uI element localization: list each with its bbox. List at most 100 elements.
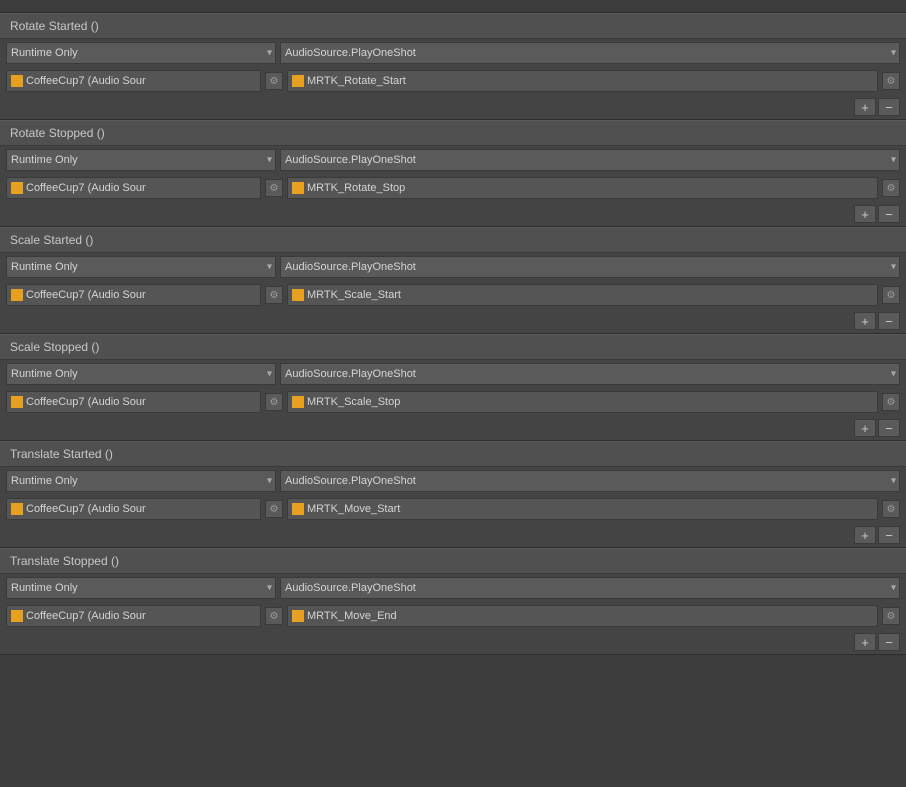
method-select-rotate-stopped[interactable]: AudioSource.PlayOneShot bbox=[280, 149, 900, 171]
object-field-scale-stopped[interactable]: CoffeeCup7 (Audio Sour bbox=[6, 391, 261, 413]
method-select-scale-stopped[interactable]: AudioSource.PlayOneShot bbox=[280, 363, 900, 385]
runtime-select-wrapper-scale-started[interactable]: Runtime Only bbox=[6, 256, 276, 278]
function-icon-scale-started bbox=[292, 289, 304, 301]
method-select-translate-stopped[interactable]: AudioSource.PlayOneShot bbox=[280, 577, 900, 599]
remove-btn-rotate-started[interactable]: − bbox=[878, 98, 900, 116]
function-icon-rotate-stopped bbox=[292, 182, 304, 194]
function-field-translate-stopped[interactable]: MRTK_Move_End bbox=[287, 605, 878, 627]
runtime-select-rotate-started[interactable]: Runtime Only bbox=[6, 42, 276, 64]
object-text-scale-stopped: CoffeeCup7 (Audio Sour bbox=[26, 396, 146, 408]
events-container: Rotate Started ()Runtime OnlyAudioSource… bbox=[0, 13, 906, 655]
runtime-select-rotate-stopped[interactable]: Runtime Only bbox=[6, 149, 276, 171]
method-select-wrapper-rotate-stopped[interactable]: AudioSource.PlayOneShot bbox=[280, 149, 900, 171]
remove-btn-translate-stopped[interactable]: − bbox=[878, 633, 900, 651]
event-group-translate-started: Translate Started ()Runtime OnlyAudioSou… bbox=[0, 441, 906, 548]
function-text-translate-stopped: MRTK_Move_End bbox=[307, 610, 397, 622]
object-icon-translate-started bbox=[11, 503, 23, 515]
method-select-wrapper-scale-stopped[interactable]: AudioSource.PlayOneShot bbox=[280, 363, 900, 385]
add-btn-rotate-started[interactable]: + bbox=[854, 98, 876, 116]
object-icon-scale-stopped bbox=[11, 396, 23, 408]
events-header bbox=[0, 0, 906, 13]
event-group-header-rotate-stopped: Rotate Stopped () bbox=[0, 120, 906, 146]
event-object-row-rotate-stopped: CoffeeCup7 (Audio Sour ⚙ MRTK_Rotate_Stop ⚙ bbox=[0, 174, 906, 202]
object-settings-btn-scale-stopped[interactable]: ⚙ bbox=[265, 393, 283, 411]
event-runtime-row-translate-started: Runtime OnlyAudioSource.PlayOneShot bbox=[0, 467, 906, 495]
function-settings-btn-translate-started[interactable]: ⚙ bbox=[882, 500, 900, 518]
function-text-translate-started: MRTK_Move_Start bbox=[307, 503, 400, 515]
object-settings-btn-rotate-started[interactable]: ⚙ bbox=[265, 72, 283, 90]
remove-btn-scale-stopped[interactable]: − bbox=[878, 419, 900, 437]
method-select-wrapper-scale-started[interactable]: AudioSource.PlayOneShot bbox=[280, 256, 900, 278]
method-select-translate-started[interactable]: AudioSource.PlayOneShot bbox=[280, 470, 900, 492]
object-icon-scale-started bbox=[11, 289, 23, 301]
function-field-rotate-stopped[interactable]: MRTK_Rotate_Stop bbox=[287, 177, 878, 199]
object-settings-btn-translate-started[interactable]: ⚙ bbox=[265, 500, 283, 518]
object-settings-btn-translate-stopped[interactable]: ⚙ bbox=[265, 607, 283, 625]
object-text-scale-started: CoffeeCup7 (Audio Sour bbox=[26, 289, 146, 301]
runtime-select-wrapper-translate-stopped[interactable]: Runtime Only bbox=[6, 577, 276, 599]
add-btn-translate-started[interactable]: + bbox=[854, 526, 876, 544]
add-btn-translate-stopped[interactable]: + bbox=[854, 633, 876, 651]
add-remove-row-rotate-started: +− bbox=[0, 95, 906, 119]
function-field-scale-started[interactable]: MRTK_Scale_Start bbox=[287, 284, 878, 306]
runtime-select-scale-started[interactable]: Runtime Only bbox=[6, 256, 276, 278]
event-object-row-scale-started: CoffeeCup7 (Audio Sour ⚙ MRTK_Scale_Start ⚙ bbox=[0, 281, 906, 309]
function-icon-translate-started bbox=[292, 503, 304, 515]
runtime-select-wrapper-scale-stopped[interactable]: Runtime Only bbox=[6, 363, 276, 385]
object-field-translate-started[interactable]: CoffeeCup7 (Audio Sour bbox=[6, 498, 261, 520]
method-select-wrapper-translate-stopped[interactable]: AudioSource.PlayOneShot bbox=[280, 577, 900, 599]
object-icon-rotate-stopped bbox=[11, 182, 23, 194]
method-select-rotate-started[interactable]: AudioSource.PlayOneShot bbox=[280, 42, 900, 64]
event-group-header-translate-started: Translate Started () bbox=[0, 441, 906, 467]
function-field-rotate-started[interactable]: MRTK_Rotate_Start bbox=[287, 70, 878, 92]
function-text-rotate-started: MRTK_Rotate_Start bbox=[307, 75, 406, 87]
function-text-scale-stopped: MRTK_Scale_Stop bbox=[307, 396, 400, 408]
object-icon-translate-stopped bbox=[11, 610, 23, 622]
remove-btn-rotate-stopped[interactable]: − bbox=[878, 205, 900, 223]
runtime-select-wrapper-translate-started[interactable]: Runtime Only bbox=[6, 470, 276, 492]
runtime-select-translate-stopped[interactable]: Runtime Only bbox=[6, 577, 276, 599]
add-btn-rotate-stopped[interactable]: + bbox=[854, 205, 876, 223]
events-panel: Rotate Started ()Runtime OnlyAudioSource… bbox=[0, 0, 906, 655]
event-group-rotate-stopped: Rotate Stopped () Runtime OnlyAudioSource… bbox=[0, 120, 906, 227]
object-field-scale-started[interactable]: CoffeeCup7 (Audio Sour bbox=[6, 284, 261, 306]
function-settings-btn-rotate-started[interactable]: ⚙ bbox=[882, 72, 900, 90]
event-group-translate-stopped: Translate Stopped ()Runtime OnlyAudioSou… bbox=[0, 548, 906, 655]
object-settings-btn-rotate-stopped[interactable]: ⚙ bbox=[265, 179, 283, 197]
object-text-translate-stopped: CoffeeCup7 (Audio Sour bbox=[26, 610, 146, 622]
object-settings-btn-scale-started[interactable]: ⚙ bbox=[265, 286, 283, 304]
object-field-rotate-started[interactable]: CoffeeCup7 (Audio Sour bbox=[6, 70, 261, 92]
add-remove-row-translate-stopped: +− bbox=[0, 630, 906, 654]
function-field-scale-stopped[interactable]: MRTK_Scale_Stop bbox=[287, 391, 878, 413]
add-remove-row-scale-started: +− bbox=[0, 309, 906, 333]
method-select-wrapper-rotate-started[interactable]: AudioSource.PlayOneShot bbox=[280, 42, 900, 64]
add-btn-scale-started[interactable]: + bbox=[854, 312, 876, 330]
object-text-rotate-stopped: CoffeeCup7 (Audio Sour bbox=[26, 182, 146, 194]
object-icon-rotate-started bbox=[11, 75, 23, 87]
object-text-translate-started: CoffeeCup7 (Audio Sour bbox=[26, 503, 146, 515]
method-select-wrapper-translate-started[interactable]: AudioSource.PlayOneShot bbox=[280, 470, 900, 492]
remove-btn-scale-started[interactable]: − bbox=[878, 312, 900, 330]
function-text-rotate-stopped: MRTK_Rotate_Stop bbox=[307, 182, 405, 194]
event-group-header-rotate-started: Rotate Started () bbox=[0, 13, 906, 39]
function-settings-btn-rotate-stopped[interactable]: ⚙ bbox=[882, 179, 900, 197]
runtime-select-translate-started[interactable]: Runtime Only bbox=[6, 470, 276, 492]
runtime-select-scale-stopped[interactable]: Runtime Only bbox=[6, 363, 276, 385]
runtime-select-wrapper-rotate-started[interactable]: Runtime Only bbox=[6, 42, 276, 64]
function-text-scale-started: MRTK_Scale_Start bbox=[307, 289, 401, 301]
remove-btn-translate-started[interactable]: − bbox=[878, 526, 900, 544]
runtime-select-wrapper-rotate-stopped[interactable]: Runtime Only bbox=[6, 149, 276, 171]
event-group-scale-started: Scale Started ()Runtime OnlyAudioSource.… bbox=[0, 227, 906, 334]
function-settings-btn-scale-stopped[interactable]: ⚙ bbox=[882, 393, 900, 411]
function-field-translate-started[interactable]: MRTK_Move_Start bbox=[287, 498, 878, 520]
object-text-rotate-started: CoffeeCup7 (Audio Sour bbox=[26, 75, 146, 87]
event-group-rotate-started: Rotate Started () Runtime OnlyAudioSource… bbox=[0, 13, 906, 120]
event-runtime-row-scale-stopped: Runtime OnlyAudioSource.PlayOneShot bbox=[0, 360, 906, 388]
add-btn-scale-stopped[interactable]: + bbox=[854, 419, 876, 437]
object-field-translate-stopped[interactable]: CoffeeCup7 (Audio Sour bbox=[6, 605, 261, 627]
method-select-scale-started[interactable]: AudioSource.PlayOneShot bbox=[280, 256, 900, 278]
object-field-rotate-stopped[interactable]: CoffeeCup7 (Audio Sour bbox=[6, 177, 261, 199]
event-group-scale-stopped: Scale Stopped ()Runtime OnlyAudioSource.… bbox=[0, 334, 906, 441]
function-settings-btn-scale-started[interactable]: ⚙ bbox=[882, 286, 900, 304]
function-settings-btn-translate-stopped[interactable]: ⚙ bbox=[882, 607, 900, 625]
